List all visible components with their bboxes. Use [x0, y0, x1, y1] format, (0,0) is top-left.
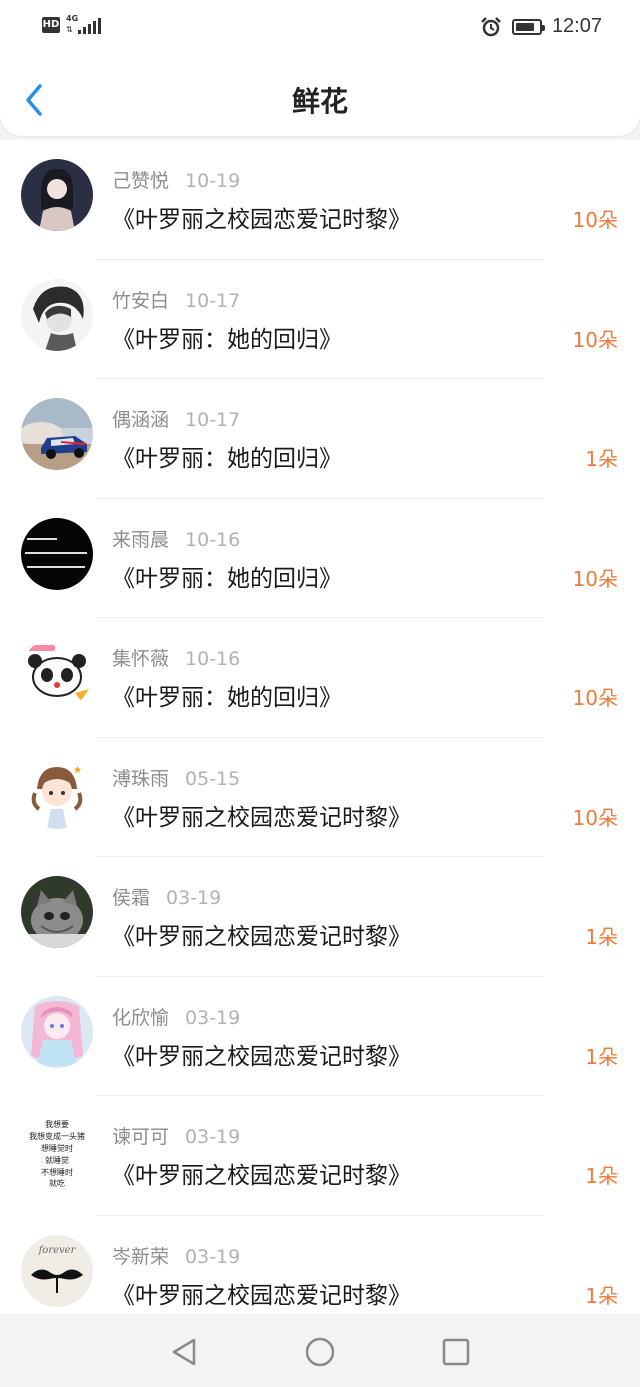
avatar-text-line: 我想要: [45, 1119, 69, 1129]
avatar[interactable]: [21, 517, 93, 590]
avatar[interactable]: [21, 159, 93, 231]
system-nav-bar: [0, 1314, 640, 1387]
send-date: 03-19: [185, 1245, 241, 1268]
avatar[interactable]: ★: [21, 756, 93, 829]
avatar[interactable]: [21, 995, 93, 1068]
book-title[interactable]: 《叶罗丽之校园恋爱记时黎》: [112, 798, 411, 832]
sender-meta: 偶涵涵 10-17: [112, 405, 240, 432]
sender-name: 集怀薇: [112, 648, 170, 670]
sender-meta: 谏可可 03-19: [112, 1122, 240, 1149]
sender-name: 溥珠雨: [112, 767, 170, 790]
svg-text:★: ★: [73, 765, 82, 776]
list-item[interactable]: 来雨晨 10-16 《叶罗丽：她的回归》 10朵: [0, 499, 640, 618]
book-title[interactable]: 《叶罗丽之校园恋爱记时黎》: [112, 1276, 411, 1310]
sender-meta: 竹安白 10-17: [112, 286, 240, 313]
flower-count: 10朵: [572, 805, 618, 830]
sender-meta: 溥珠雨 05-15: [112, 764, 240, 791]
flower-count: 10朵: [572, 686, 618, 710]
signal-bars: [78, 18, 101, 34]
status-right: 12:07: [480, 15, 602, 38]
list-item[interactable]: 己赞悦 10-19 《叶罗丽之校园恋爱记时黎》 10朵: [0, 140, 640, 260]
sender-meta: 集怀薇 10-16: [112, 644, 240, 671]
avatar[interactable]: forever: [21, 1234, 93, 1307]
flower-count: 10朵: [572, 327, 618, 352]
sender-meta: 化欣愉 03-19: [112, 1003, 240, 1030]
battery-icon: [511, 18, 545, 35]
avatar-text-line: 想睡觉时: [41, 1143, 73, 1153]
sender-name: 谏可可: [112, 1126, 170, 1148]
avatar-text-line: 不想睡时: [41, 1167, 73, 1177]
send-date: 10-16: [185, 528, 241, 551]
flower-list: 己赞悦 10-19 《叶罗丽之校园恋爱记时黎》 10朵 竹安白 10-17 《叶罗丽…: [0, 140, 640, 1314]
sender-meta: 来雨晨 10-16: [112, 525, 240, 552]
list-item[interactable]: ★ 溥珠雨 05-15 《叶罗丽之校园恋爱记时黎》 10朵: [0, 738, 640, 857]
avatar[interactable]: 我想要 我想变成一头猪 想睡觉时 就睡觉 不想睡时 就吃: [21, 1115, 93, 1187]
list-item[interactable]: 集怀薇 10-16 《叶罗丽：她的回归》 10朵: [0, 618, 640, 738]
list-item[interactable]: 偶涵涵 10-17 《叶罗丽：她的回归》 1朵: [0, 379, 640, 499]
send-date: 05-15: [185, 767, 241, 790]
book-title[interactable]: 《叶罗丽：她的回归》: [112, 678, 342, 712]
sender-name: 竹安白: [112, 289, 170, 312]
avatar-text-line: 就吃: [49, 1178, 65, 1187]
network-type-label: 4G: [66, 14, 79, 23]
book-title[interactable]: 《叶罗丽之校园恋爱记时黎》: [112, 1037, 411, 1071]
book-title[interactable]: 《叶罗丽：她的回归》: [112, 439, 342, 473]
book-title[interactable]: 《叶罗丽之校园恋爱记时黎》: [112, 917, 411, 951]
flower-count: 1朵: [585, 1283, 618, 1308]
send-date: 10-17: [185, 289, 241, 312]
square-recent-icon[interactable]: [438, 1334, 474, 1370]
sender-name: 侯霜: [112, 887, 151, 909]
page-title: 鲜花: [291, 85, 348, 118]
clock-time: 12:07: [551, 15, 602, 37]
status-left: HD 4G ⇅: [42, 14, 101, 36]
sender-name: 化欣愉: [112, 1006, 170, 1029]
triangle-back-icon[interactable]: [166, 1334, 202, 1370]
avatar-text-line: 就睡觉: [45, 1155, 69, 1165]
sender-meta: 己赞悦 10-19: [112, 166, 240, 193]
send-date: 10-19: [185, 170, 241, 192]
sender-meta: 侯霜 03-19: [112, 883, 221, 910]
data-arrows-icon: ⇅: [66, 25, 73, 34]
alarm-icon: [481, 16, 501, 36]
sender-name: 偶涵涵: [112, 409, 170, 431]
flower-count: 10朵: [572, 566, 618, 591]
avatar[interactable]: [21, 278, 93, 351]
send-date: 10-17: [185, 409, 241, 431]
flower-count: 1朵: [585, 447, 618, 471]
avatar-text: forever: [38, 1245, 77, 1256]
flower-count: 1朵: [585, 1044, 618, 1069]
avatar[interactable]: [21, 637, 93, 709]
list-item[interactable]: 侯霜 03-19 《叶罗丽之校园恋爱记时黎》 1朵: [0, 857, 640, 977]
flower-count: 1朵: [585, 925, 618, 949]
sender-meta: 岑新荣 03-19: [112, 1242, 240, 1269]
send-date: 03-19: [185, 1006, 241, 1029]
hd-icon: HD: [42, 17, 60, 33]
app-header: 鲜花: [0, 56, 640, 136]
send-date: 03-19: [185, 1126, 241, 1148]
sender-name: 己赞悦: [112, 170, 170, 192]
flower-count: 10朵: [572, 208, 618, 232]
book-title[interactable]: 《叶罗丽之校园恋爱记时黎》: [112, 1156, 411, 1190]
list-item[interactable]: 化欣愉 03-19 《叶罗丽之校园恋爱记时黎》 1朵: [0, 977, 640, 1096]
flower-count: 1朵: [585, 1164, 618, 1188]
send-date: 03-19: [166, 887, 222, 909]
list-item[interactable]: 竹安白 10-17 《叶罗丽：她的回归》 10朵: [0, 260, 640, 379]
signal-icon: 4G ⇅: [66, 14, 101, 36]
circle-home-icon[interactable]: [302, 1334, 338, 1370]
avatar-text-line: 我想变成一头猪: [29, 1131, 85, 1141]
status-bar: HD 4G ⇅ 12:07: [0, 0, 640, 56]
book-title[interactable]: 《叶罗丽：她的回归》: [112, 320, 342, 354]
sender-name: 来雨晨: [112, 528, 170, 551]
sender-name: 岑新荣: [112, 1245, 170, 1268]
book-title[interactable]: 《叶罗丽之校园恋爱记时黎》: [112, 200, 411, 234]
book-title[interactable]: 《叶罗丽：她的回归》: [112, 559, 342, 593]
avatar[interactable]: [21, 876, 93, 948]
list-item[interactable]: 我想要 我想变成一头猪 想睡觉时 就睡觉 不想睡时 就吃 谏可可 03-19 《叶…: [0, 1096, 640, 1216]
send-date: 10-16: [185, 648, 241, 670]
avatar[interactable]: [21, 398, 93, 470]
